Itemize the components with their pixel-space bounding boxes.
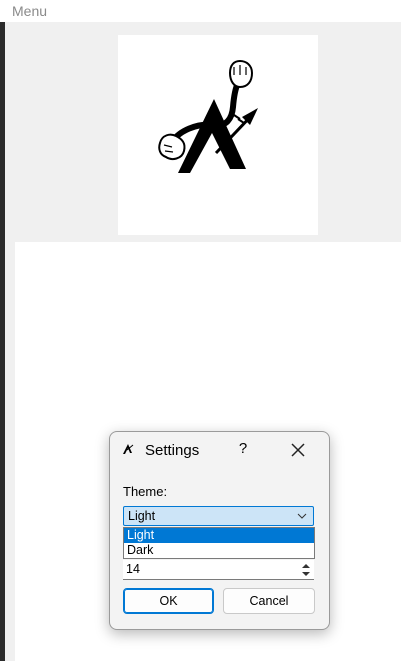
chevron-down-icon	[297, 513, 307, 519]
theme-option-dark[interactable]: Dark	[124, 543, 314, 558]
theme-select[interactable]: Light	[123, 506, 314, 526]
close-icon[interactable]	[286, 438, 310, 462]
dialog-title: Settings	[145, 442, 200, 459]
spin-up-icon[interactable]	[299, 561, 313, 570]
settings-dialog: Settings ? Theme: Light Light Dark 14 OK…	[109, 431, 330, 630]
font-size-value: 14	[126, 562, 140, 576]
theme-dropdown-list: Light Dark	[123, 527, 315, 559]
spin-down-icon[interactable]	[299, 570, 313, 579]
app-logo-icon	[158, 59, 258, 173]
app-icon	[123, 444, 134, 454]
logo-card	[118, 35, 318, 235]
font-size-spinbox[interactable]: 14	[123, 560, 314, 580]
ok-button[interactable]: OK	[123, 588, 214, 614]
theme-option-light[interactable]: Light	[124, 528, 314, 543]
theme-label: Theme:	[123, 484, 168, 499]
help-button[interactable]: ?	[232, 438, 254, 460]
cancel-button[interactable]: Cancel	[223, 588, 315, 614]
theme-select-value: Light	[128, 509, 156, 523]
menu-bar: Menu	[0, 0, 401, 22]
menu-button[interactable]: Menu	[12, 3, 47, 19]
dialog-titlebar[interactable]: Settings ?	[110, 432, 329, 468]
